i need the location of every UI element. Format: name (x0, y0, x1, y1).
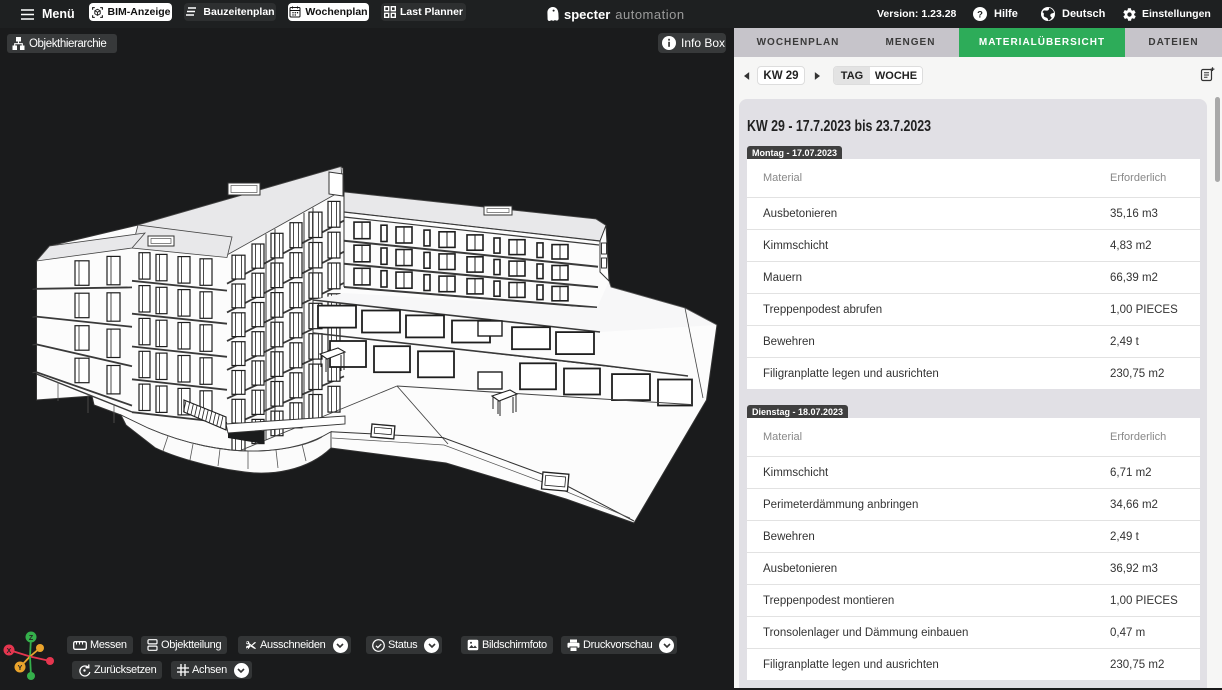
svg-text:?: ? (977, 9, 983, 20)
svg-text:Z: Z (29, 635, 34, 642)
svg-text:X: X (7, 648, 12, 655)
svg-text:Y: Y (18, 665, 23, 672)
